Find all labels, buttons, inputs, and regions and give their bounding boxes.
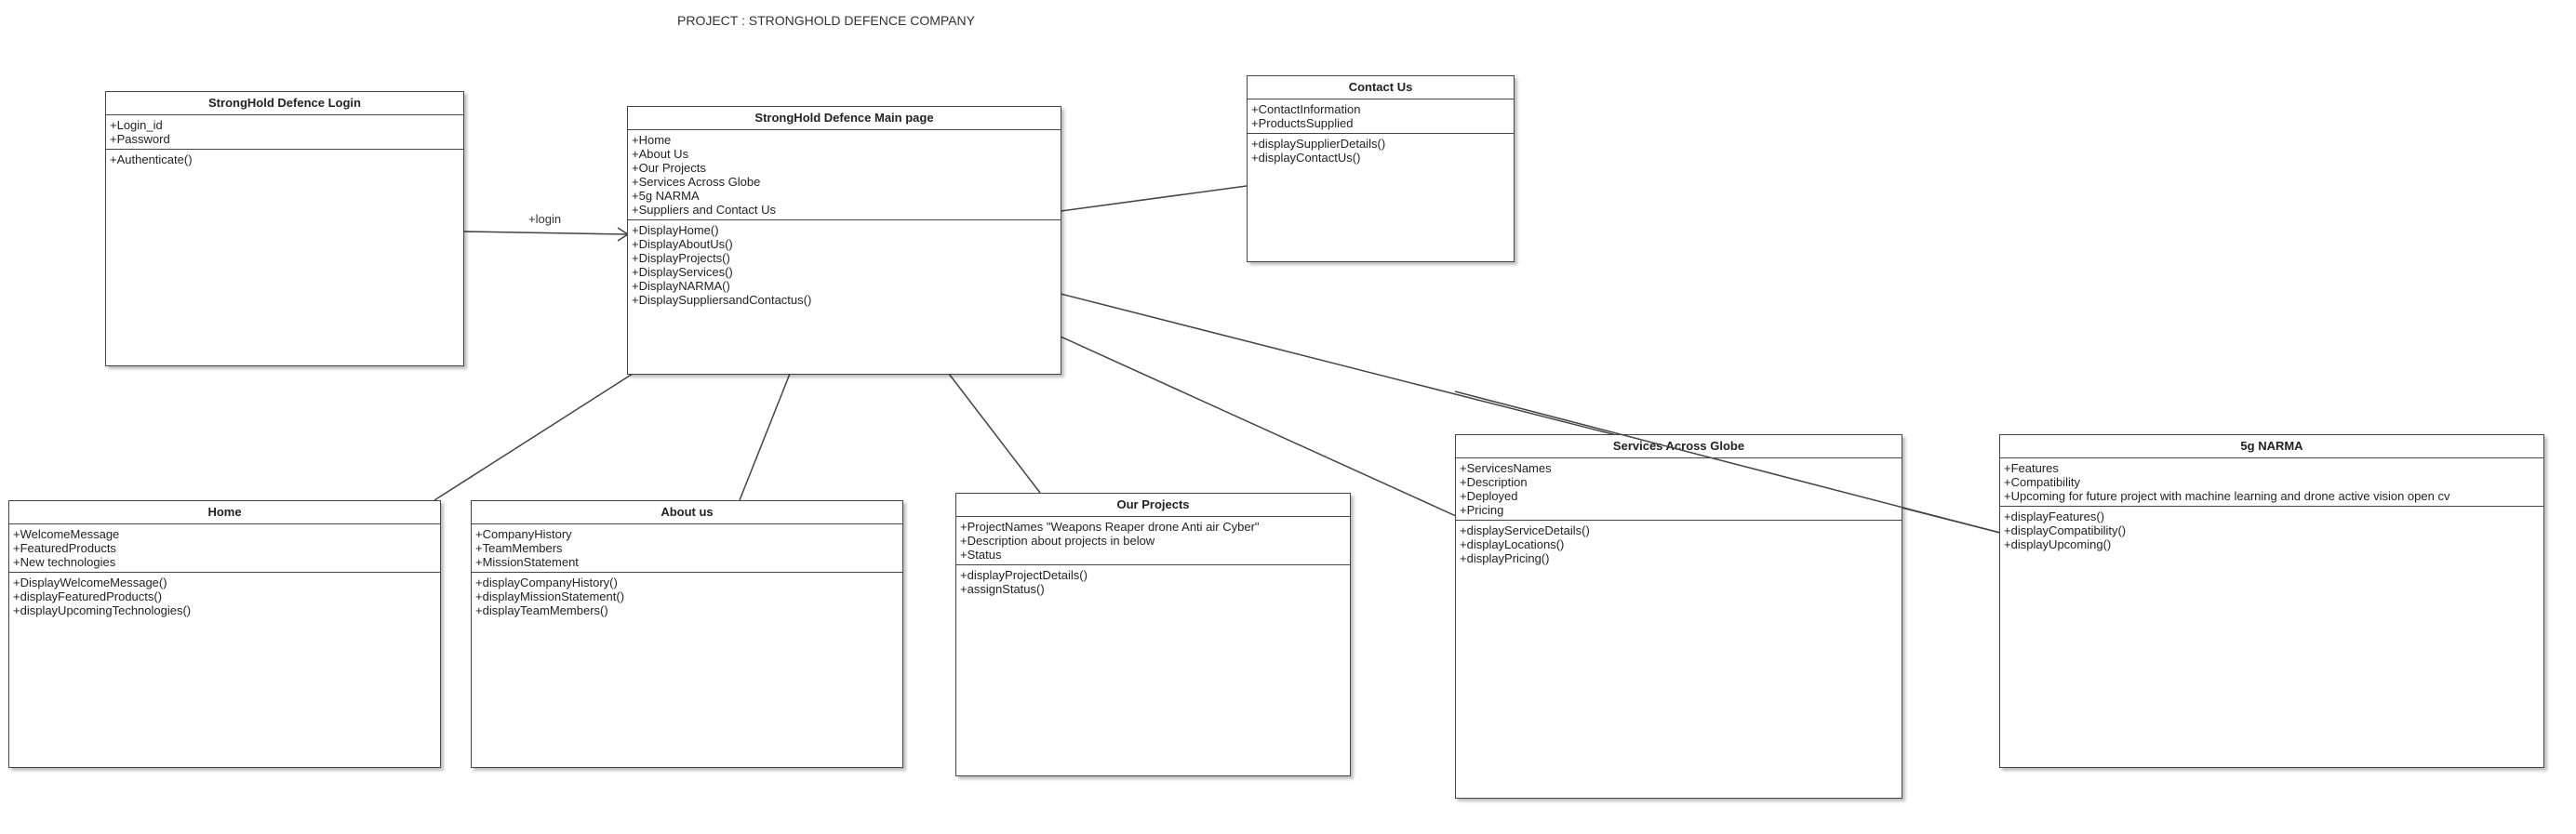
attributes-section: +Features +Compatibility +Upcoming for f… xyxy=(2000,458,2543,507)
class-name: Contact Us xyxy=(1248,76,1514,99)
method: +displayProjectDetails() xyxy=(960,568,1088,582)
method: +displayCompatibility() xyxy=(2004,523,2127,537)
attributes-section: +ContactInformation +ProductsSupplied xyxy=(1248,99,1514,134)
attribute: +ProductsSupplied xyxy=(1251,116,1354,130)
method: +displayPricing() xyxy=(1460,551,1550,565)
method: +displayTeamMembers() xyxy=(475,603,608,617)
attribute: +Login_id xyxy=(110,118,163,132)
attributes-section: +Home +About Us +Our Projects +Services … xyxy=(628,130,1061,220)
edge-main-contact xyxy=(1060,185,1248,212)
attributes-section: +Login_id +Password xyxy=(106,115,463,150)
method: +Authenticate() xyxy=(110,152,193,166)
method: +DisplayProjects() xyxy=(632,251,730,265)
attribute: +Our Projects xyxy=(632,161,706,175)
method: +assignStatus() xyxy=(960,582,1045,596)
class-name: StrongHold Defence Login xyxy=(106,92,463,115)
class-name: Home xyxy=(9,501,440,524)
attribute: +Features xyxy=(2004,461,2059,475)
method: +displayUpcomingTechnologies() xyxy=(13,603,192,617)
methods-section: +displayServiceDetails() +displayLocatio… xyxy=(1456,521,1902,568)
class-services-across-globe[interactable]: Services Across Globe +ServicesNames +De… xyxy=(1455,434,1902,799)
methods-section: +Authenticate() xyxy=(106,150,463,169)
class-home[interactable]: Home +WelcomeMessage +FeaturedProducts +… xyxy=(8,500,441,768)
attribute: +Pricing xyxy=(1460,503,1504,517)
method: +DisplayServices() xyxy=(632,265,733,279)
attribute: +5g NARMA xyxy=(632,189,700,203)
attribute: +Upcoming for future project with machin… xyxy=(2004,489,2450,503)
edge-main-services xyxy=(1060,336,1457,517)
class-name: About us xyxy=(472,501,902,524)
edge-main-about xyxy=(739,373,791,501)
methods-section: +displayCompanyHistory() +displayMission… xyxy=(472,573,902,620)
methods-section: +DisplayWelcomeMessage() +displayFeature… xyxy=(9,573,440,620)
methods-section: +displaySupplierDetails() +displayContac… xyxy=(1248,134,1514,167)
class-contact-us[interactable]: Contact Us +ContactInformation +Products… xyxy=(1247,75,1515,262)
method: +DisplayWelcomeMessage() xyxy=(13,576,167,589)
class-login[interactable]: StrongHold Defence Login +Login_id +Pass… xyxy=(105,91,464,366)
method: +displayFeaturedProducts() xyxy=(13,589,163,603)
class-name: 5g NARMA xyxy=(2000,435,2543,458)
method: +displayMissionStatement() xyxy=(475,589,625,603)
attribute: +Suppliers and Contact Us xyxy=(632,203,777,217)
attribute: +Compatibility xyxy=(2004,475,2081,489)
diagram-canvas: PROJECT : STRONGHOLD DEFENCE COMPANY +lo… xyxy=(0,0,2576,834)
attribute: +Services Across Globe xyxy=(632,175,761,189)
attribute: +Status xyxy=(960,548,1002,562)
attribute: +TeamMembers xyxy=(475,541,563,555)
attribute: +CompanyHistory xyxy=(475,527,572,541)
method: +displayContactUs() xyxy=(1251,151,1361,165)
attribute: +New technologies xyxy=(13,555,116,569)
attribute: +FeaturedProducts xyxy=(13,541,116,555)
attribute: +Description xyxy=(1460,475,1528,489)
methods-section: +displayFeatures() +displayCompatibility… xyxy=(2000,507,2543,554)
attribute: +ProjectNames "Weapons Reaper drone Anti… xyxy=(960,520,1260,534)
method: +DisplayHome() xyxy=(632,223,719,237)
attributes-section: +CompanyHistory +TeamMembers +MissionSta… xyxy=(472,524,902,573)
attribute: +ServicesNames xyxy=(1460,461,1552,475)
edge-main-home xyxy=(434,373,634,501)
method: +displayServiceDetails() xyxy=(1460,523,1590,537)
edge-main-projects xyxy=(948,373,1041,494)
attribute: +ContactInformation xyxy=(1251,102,1361,116)
method: +DisplaySuppliersandContactus() xyxy=(632,293,812,307)
method: +DisplayAboutUs() xyxy=(632,237,733,251)
class-name: StrongHold Defence Main page xyxy=(628,107,1061,130)
class-our-projects[interactable]: Our Projects +ProjectNames "Weapons Reap… xyxy=(955,493,1351,776)
method: +displayCompanyHistory() xyxy=(475,576,618,589)
attribute: +WelcomeMessage xyxy=(13,527,120,541)
attributes-section: +WelcomeMessage +FeaturedProducts +New t… xyxy=(9,524,440,573)
attribute: +MissionStatement xyxy=(475,555,579,569)
method: +displayFeatures() xyxy=(2004,510,2105,523)
attributes-section: +ProjectNames "Weapons Reaper drone Anti… xyxy=(956,517,1350,565)
class-5g-narma[interactable]: 5g NARMA +Features +Compatibility +Upcom… xyxy=(1999,434,2544,768)
class-about-us[interactable]: About us +CompanyHistory +TeamMembers +M… xyxy=(471,500,903,768)
diagram-title: PROJECT : STRONGHOLD DEFENCE COMPANY xyxy=(677,13,975,28)
methods-section: +displayProjectDetails() +assignStatus() xyxy=(956,565,1350,599)
method: +DisplayNARMA() xyxy=(632,279,730,293)
edge-login-main xyxy=(462,231,628,235)
attribute: +Deployed xyxy=(1460,489,1518,503)
class-name: Services Across Globe xyxy=(1456,435,1902,458)
method: +displaySupplierDetails() xyxy=(1251,137,1386,151)
attribute: +Home xyxy=(632,133,672,147)
methods-section: +DisplayHome() +DisplayAboutUs() +Displa… xyxy=(628,220,1061,310)
attribute: +Password xyxy=(110,132,170,146)
attributes-section: +ServicesNames +Description +Deployed +P… xyxy=(1456,458,1902,521)
attribute: +Description about projects in below xyxy=(960,534,1155,548)
method: +displayLocations() xyxy=(1460,537,1565,551)
attribute: +About Us xyxy=(632,147,689,161)
class-main-page[interactable]: StrongHold Defence Main page +Home +Abou… xyxy=(627,106,1061,375)
edge-label-login: +login xyxy=(528,212,562,226)
method: +displayUpcoming() xyxy=(2004,537,2112,551)
class-name: Our Projects xyxy=(956,494,1350,517)
